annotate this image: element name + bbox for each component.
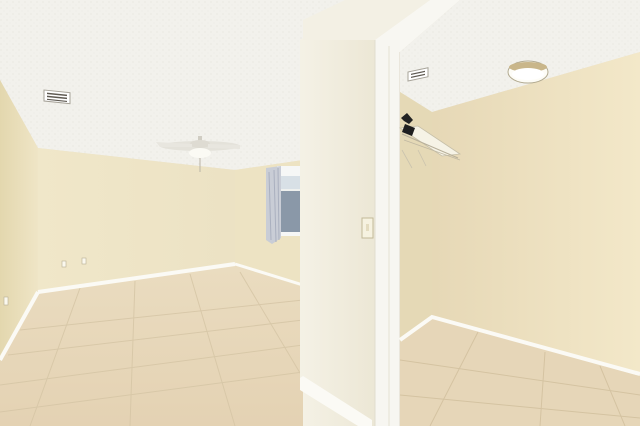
ceiling-light bbox=[507, 60, 549, 84]
wall-outlet bbox=[3, 296, 9, 306]
curtain bbox=[266, 166, 281, 244]
air-vent-icon bbox=[43, 89, 71, 105]
wall-outlet bbox=[61, 260, 67, 268]
room-photo bbox=[0, 0, 640, 426]
light-switch bbox=[361, 217, 374, 239]
wall-outlet bbox=[81, 257, 87, 265]
room-illustration bbox=[0, 0, 640, 426]
